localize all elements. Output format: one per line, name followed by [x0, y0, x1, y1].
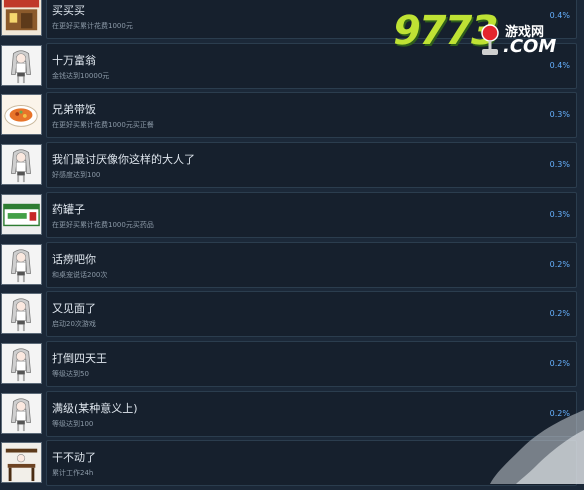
achievement-description: 在更好买累计花费1000元	[52, 22, 133, 30]
achievement-title: 话痨吧你	[52, 253, 96, 266]
achievement-row: 兄弟带饭在更好买累计花费1000元买正餐 0.3%	[0, 92, 584, 142]
achievement-row: 又见面了启动20次游戏 0.2%	[0, 291, 584, 341]
watermark-logo: 9773 游戏网 .COM	[389, 8, 573, 64]
unlock-percentage: 0.3%	[549, 210, 570, 219]
achievement-panel: 兄弟带饭在更好买累计花费1000元买正餐 0.3%	[46, 92, 577, 138]
food-icon	[1, 94, 42, 135]
unlock-percentage: 0.3%	[549, 110, 570, 119]
achievement-title: 十万富翁	[52, 54, 96, 67]
girl-icon	[1, 393, 42, 434]
girl-icon	[1, 343, 42, 384]
watermark-domain: .COM	[503, 36, 557, 57]
achievement-row: 打倒四天王等级达到50 0.2%	[0, 341, 584, 391]
achievement-description: 等级达到50	[52, 370, 89, 378]
achievement-row: 我们最讨厌像你这样的大人了好感度达到100 0.3%	[0, 142, 584, 192]
desk-icon	[1, 442, 42, 483]
achievement-description: 启动20次游戏	[52, 320, 96, 328]
achievement-description: 好感度达到100	[52, 171, 101, 179]
achievement-title: 干不动了	[52, 451, 96, 464]
achievement-description: 金钱达到10000元	[52, 72, 110, 80]
achievement-title: 又见面了	[52, 302, 96, 315]
unlock-percentage: 0.2%	[549, 260, 570, 269]
girl-icon	[1, 244, 42, 285]
girl-icon	[1, 45, 42, 86]
girl-icon	[1, 144, 42, 185]
shop-icon	[1, 0, 42, 36]
medicine-icon	[1, 194, 42, 235]
joystick-icon	[481, 24, 499, 55]
brush-stroke-decoration	[490, 410, 584, 484]
unlock-percentage: 0.3%	[549, 160, 570, 169]
achievement-description: 累计工作24h	[52, 469, 94, 477]
unlock-percentage: 0.2%	[549, 309, 570, 318]
achievement-panel: 我们最讨厌像你这样的大人了好感度达到100 0.3%	[46, 142, 577, 188]
achievement-panel: 又见面了启动20次游戏 0.2%	[46, 291, 577, 337]
girl-icon	[1, 293, 42, 334]
achievement-title: 兄弟带饭	[52, 103, 96, 116]
achievement-title: 打倒四天王	[52, 352, 107, 365]
achievement-panel: 药罐子在更好买累计花费1000元买药品 0.3%	[46, 192, 577, 238]
achievement-row: 药罐子在更好买累计花费1000元买药品 0.3%	[0, 192, 584, 242]
achievement-row: 话痨吧你和桌宠说话200次 0.2%	[0, 242, 584, 292]
achievement-panel: 话痨吧你和桌宠说话200次 0.2%	[46, 242, 577, 288]
achievement-description: 和桌宠说话200次	[52, 271, 108, 279]
unlock-percentage: 0.2%	[549, 359, 570, 368]
achievement-panel: 打倒四天王等级达到50 0.2%	[46, 341, 577, 387]
achievement-description: 等级达到100	[52, 420, 94, 428]
achievement-description: 在更好买累计花费1000元买正餐	[52, 121, 154, 129]
achievement-title: 药罐子	[52, 203, 85, 216]
achievement-title: 我们最讨厌像你这样的大人了	[52, 153, 195, 166]
achievement-title: 买买买	[52, 4, 85, 17]
achievement-description: 在更好买累计花费1000元买药品	[52, 221, 154, 229]
achievement-title: 满级(某种意义上)	[52, 402, 138, 415]
